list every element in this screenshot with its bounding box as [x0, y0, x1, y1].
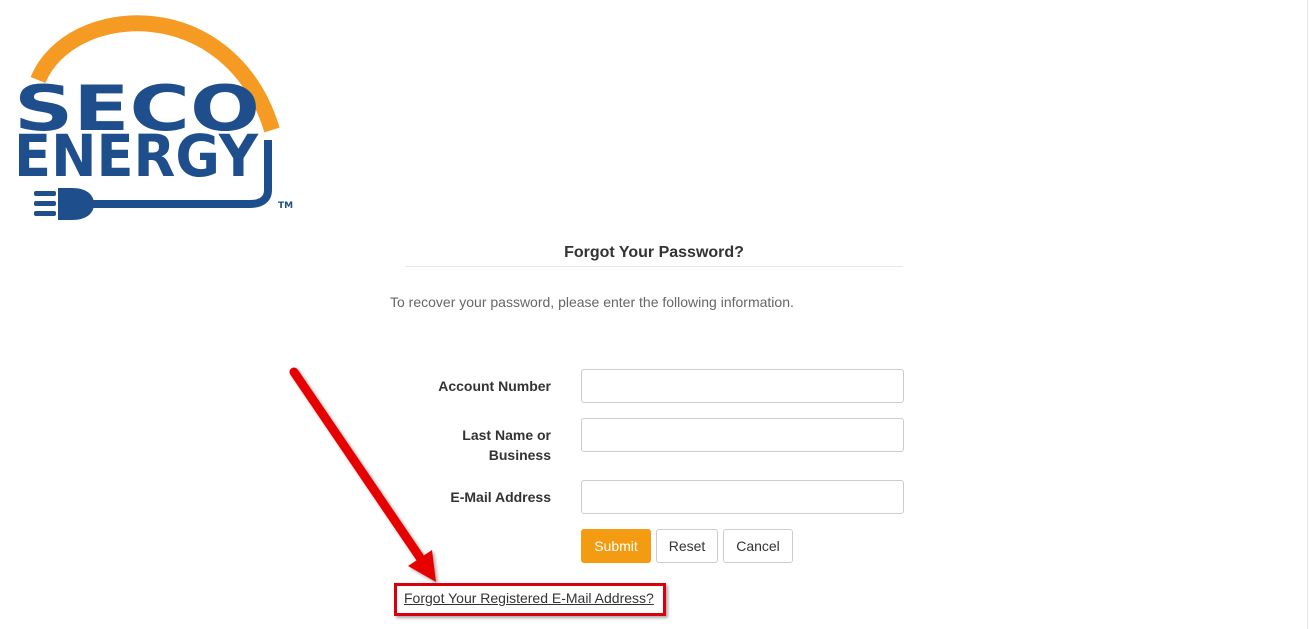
account-number-input[interactable]	[581, 369, 904, 403]
logo-text-energy: ENERGY	[14, 122, 259, 190]
forgot-email-link[interactable]: Forgot Your Registered E-Mail Address?	[404, 590, 654, 606]
page: SECO ENERGY TM Forgot Your Password? To …	[0, 0, 1310, 629]
last-name-input[interactable]	[581, 418, 904, 452]
page-edge	[1307, 0, 1308, 629]
reset-button[interactable]: Reset	[656, 529, 718, 563]
instructions-text: To recover your password, please enter t…	[390, 294, 794, 310]
title-divider	[405, 266, 903, 267]
submit-button[interactable]: Submit	[581, 529, 651, 563]
logo-graphic: SECO ENERGY TM	[14, 15, 293, 220]
cancel-button[interactable]: Cancel	[723, 529, 793, 563]
page-title: Forgot Your Password?	[564, 244, 744, 261]
annotation-arrow	[289, 367, 436, 582]
seco-energy-logo: SECO ENERGY TM	[10, 12, 300, 224]
logo-trademark: TM	[278, 201, 293, 211]
email-input[interactable]	[581, 480, 904, 514]
